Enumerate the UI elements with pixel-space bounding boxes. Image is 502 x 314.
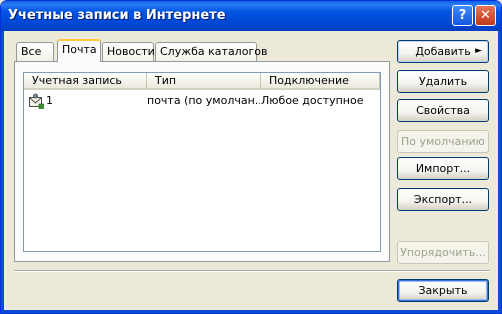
column-header-label: Учетная запись bbox=[32, 74, 122, 87]
tab-news[interactable]: Новости bbox=[102, 42, 155, 61]
add-button-label: Добавить bbox=[415, 45, 471, 58]
list-item[interactable]: 1 почта (по умолчан... Любое доступное bbox=[24, 92, 380, 110]
tab-mail[interactable]: Почта bbox=[57, 39, 101, 62]
question-mark-icon: ? bbox=[458, 8, 467, 23]
column-header-label: Подключение bbox=[269, 74, 349, 87]
mail-tab-panel: Учетная запись Тип Подключение 1 почта (… bbox=[14, 61, 390, 262]
window-frame-bottom bbox=[1, 310, 501, 313]
separator-line bbox=[14, 270, 490, 272]
tab-all[interactable]: Все bbox=[16, 42, 54, 61]
account-type: почта (по умолчан... bbox=[147, 94, 260, 107]
set-default-button[interactable]: По умолчанию bbox=[397, 130, 489, 153]
close-icon: ✕ bbox=[480, 8, 491, 23]
close-button[interactable]: Закрыть bbox=[397, 279, 489, 302]
mail-account-icon bbox=[29, 93, 44, 109]
properties-button-label: Свойства bbox=[416, 104, 470, 117]
tab-label: Почта bbox=[62, 43, 97, 56]
account-name: 1 bbox=[46, 94, 53, 107]
tab-label: Все bbox=[21, 45, 42, 58]
dialog-window: Учетные записи в Интернете ? ✕ Все Почта… bbox=[0, 0, 502, 314]
properties-button[interactable]: Свойства bbox=[397, 99, 489, 122]
arrow-right-icon: ► bbox=[475, 46, 482, 56]
close-button-label: Закрыть bbox=[418, 284, 468, 297]
order-button[interactable]: Упорядочить... bbox=[397, 241, 489, 264]
window-frame-left bbox=[1, 31, 4, 313]
window-title: Учетные записи в Интернете bbox=[8, 8, 226, 23]
column-header-account[interactable]: Учетная запись bbox=[24, 73, 147, 90]
tab-label: Новости bbox=[107, 45, 155, 58]
order-button-label: Упорядочить... bbox=[400, 246, 486, 259]
column-header-connection[interactable]: Подключение bbox=[261, 73, 380, 90]
list-header: Учетная запись Тип Подключение bbox=[24, 73, 380, 90]
window-frame-right bbox=[498, 31, 501, 313]
import-button[interactable]: Импорт... bbox=[397, 157, 489, 180]
export-button[interactable]: Экспорт... bbox=[397, 188, 489, 211]
accounts-list[interactable]: Учетная запись Тип Подключение 1 почта (… bbox=[23, 72, 381, 252]
add-button[interactable]: Добавить ► bbox=[397, 40, 489, 63]
column-header-label: Тип bbox=[155, 74, 177, 87]
column-header-type[interactable]: Тип bbox=[147, 73, 261, 90]
export-button-label: Экспорт... bbox=[413, 193, 473, 206]
title-bar[interactable]: Учетные записи в Интернете ? ✕ bbox=[1, 1, 501, 31]
tab-label: Служба каталогов bbox=[160, 45, 268, 58]
remove-button-label: Удалить bbox=[418, 75, 468, 88]
close-window-button[interactable]: ✕ bbox=[475, 5, 496, 26]
set-default-button-label: По умолчанию bbox=[401, 135, 485, 148]
import-button-label: Импорт... bbox=[415, 162, 471, 175]
account-connection: Любое доступное bbox=[261, 94, 364, 107]
remove-button[interactable]: Удалить bbox=[397, 70, 489, 93]
help-button[interactable]: ? bbox=[452, 5, 473, 26]
tab-directory-service[interactable]: Служба каталогов bbox=[155, 42, 267, 61]
